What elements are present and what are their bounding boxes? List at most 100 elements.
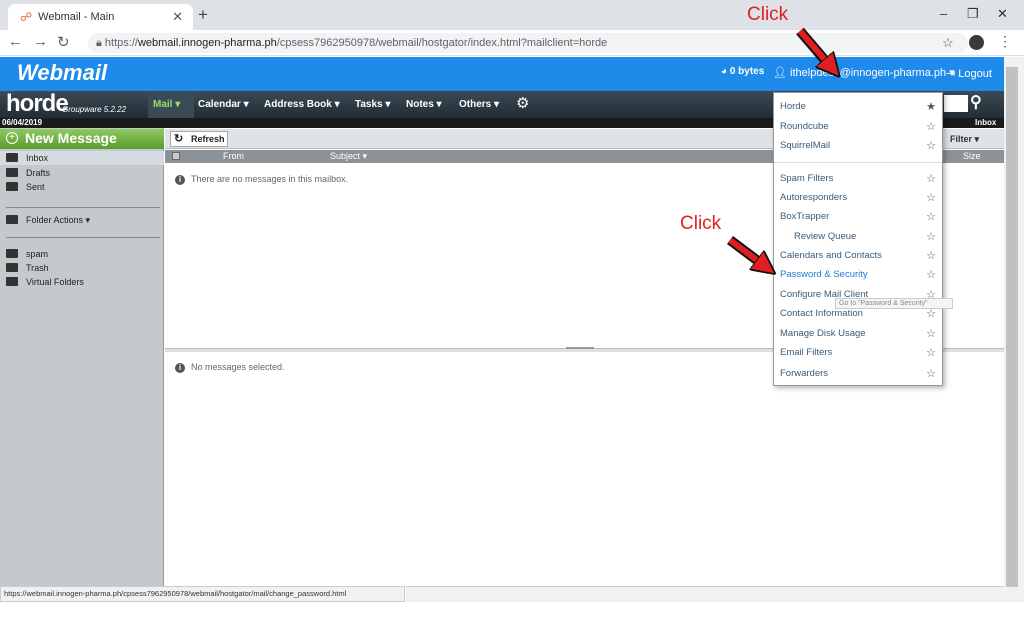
sidebar-divider	[6, 237, 160, 238]
folder-actions-label: Folder Actions ▾	[26, 215, 91, 225]
logout-button[interactable]: ⇥ Logout	[946, 67, 992, 80]
url-field[interactable]: 🔒︎ https://webmail.innogen-pharma.ph/cps…	[88, 33, 968, 53]
column-subject[interactable]: Subject ▾	[330, 151, 367, 162]
back-arrow-icon[interactable]: ←	[8, 33, 23, 50]
virtual-folder-icon	[6, 277, 18, 286]
refresh-button[interactable]: ↻ Refresh	[170, 131, 228, 147]
search-input[interactable]	[944, 95, 968, 112]
horde-version: Groupware 5.2.22	[62, 105, 127, 114]
folder-sent[interactable]: Sent	[0, 180, 164, 194]
menu-item-label: SquirrelMail	[780, 140, 831, 151]
profile-avatar[interactable]	[969, 35, 984, 50]
horde-logo[interactable]: horde	[6, 90, 69, 118]
menu-item-roundcube[interactable]: Roundcube ☆	[780, 119, 940, 135]
star-outline-icon[interactable]: ☆	[926, 366, 936, 382]
folder-drafts[interactable]: Drafts	[0, 166, 164, 180]
splitter-grip[interactable]	[566, 347, 594, 349]
star-outline-icon[interactable]: ☆	[926, 138, 936, 154]
folder-icon	[6, 215, 18, 224]
maximize-icon[interactable]: ❐	[967, 6, 979, 22]
folder-actions[interactable]: Folder Actions ▾	[0, 213, 164, 227]
url-scheme: https://	[104, 37, 138, 49]
star-outline-icon[interactable]: ☆	[926, 326, 936, 342]
new-message-button[interactable]: + New Message	[0, 129, 164, 149]
refresh-icon: ↻	[174, 133, 184, 145]
reload-icon[interactable]: ↻	[57, 33, 70, 51]
scrollbar-thumb[interactable]	[1006, 67, 1018, 587]
search-icon[interactable]: ⚲	[970, 92, 982, 112]
star-outline-icon[interactable]: ☆	[926, 267, 936, 283]
browser-tab[interactable]: ☍ Webmail - Main ✕	[8, 4, 193, 30]
star-outline-icon[interactable]: ☆	[926, 190, 936, 206]
menu-item-squirrelmail[interactable]: SquirrelMail ☆	[780, 138, 940, 154]
menu-tasks[interactable]: Tasks ▾	[355, 99, 390, 110]
menu-item-review-queue[interactable]: Review Queue ☆	[780, 229, 940, 245]
minimize-icon[interactable]: –	[940, 6, 947, 21]
gear-icon[interactable]: ⚙	[516, 94, 529, 112]
current-date: 06/04/2019	[2, 118, 43, 127]
folder-virtual[interactable]: Virtual Folders	[0, 275, 164, 289]
filter-button[interactable]: Filter ▾	[950, 134, 979, 145]
forward-arrow-icon[interactable]: →	[33, 33, 48, 50]
star-outline-icon[interactable]: ☆	[926, 209, 936, 225]
current-folder-label: Inbox	[975, 118, 997, 127]
star-filled-icon[interactable]: ★	[926, 99, 936, 115]
new-tab-button[interactable]: +	[198, 5, 208, 25]
star-outline-icon[interactable]: ☆	[926, 119, 936, 135]
folder-label: Inbox	[26, 153, 49, 163]
menu-item-email-filters[interactable]: Email Filters ☆	[780, 345, 940, 361]
menu-notes[interactable]: Notes ▾	[406, 99, 442, 110]
star-outline-icon[interactable]: ☆	[926, 229, 936, 245]
folder-icon	[6, 263, 18, 272]
user-icon: 👤︎	[773, 67, 791, 79]
webmail-logo[interactable]: Webmail	[17, 60, 107, 86]
bookmark-star-icon[interactable]: ☆	[942, 35, 954, 51]
folder-label: Virtual Folders	[26, 277, 84, 287]
info-icon: i	[175, 363, 185, 373]
user-menu[interactable]: 👤︎ ithelpdesk@innogen-pharma.ph ▾	[773, 66, 955, 79]
browser-menu-icon[interactable]: ⋮	[998, 33, 1012, 50]
menu-mail[interactable]: Mail ▾	[148, 92, 194, 118]
close-tab-icon[interactable]: ✕	[172, 9, 183, 25]
folder-inbox[interactable]: Inbox	[0, 151, 164, 165]
select-all-checkbox[interactable]	[172, 152, 180, 160]
plus-icon: +	[6, 132, 18, 144]
menu-others[interactable]: Others ▾	[459, 99, 499, 110]
star-outline-icon[interactable]: ☆	[926, 171, 936, 187]
folder-icon	[6, 249, 18, 258]
menu-item-label: Contact Information	[780, 308, 863, 319]
page-bottom	[0, 602, 1024, 617]
menu-item-boxtrapper[interactable]: BoxTrapper ☆	[780, 209, 940, 225]
menu-item-label: Forwarders	[780, 368, 829, 379]
tab-title: Webmail - Main	[38, 11, 115, 23]
click-annotation-top: Click	[747, 4, 789, 25]
menu-item-password-security[interactable]: Password & Security ☆	[780, 267, 940, 283]
inbox-icon	[6, 153, 18, 162]
menu-item-calendars-contacts[interactable]: Calendars and Contacts ☆	[780, 248, 940, 264]
disk-usage-value: 0 bytes	[729, 66, 765, 77]
click-annotation-middle: Click	[680, 213, 722, 234]
folder-label: Sent	[26, 182, 45, 192]
horizontal-scrollbar[interactable]	[406, 586, 1004, 602]
menu-address-book[interactable]: Address Book ▾	[264, 99, 340, 110]
star-outline-icon[interactable]: ☆	[926, 345, 936, 361]
column-size[interactable]: Size	[963, 151, 981, 161]
menu-item-autoresponders[interactable]: Autoresponders ☆	[780, 190, 940, 206]
menu-calendar[interactable]: Calendar ▾	[198, 99, 249, 110]
menu-item-spam-filters[interactable]: Spam Filters ☆	[780, 171, 940, 187]
cpanel-favicon-icon: ☍	[20, 10, 33, 24]
menu-item-label: BoxTrapper	[780, 211, 830, 222]
empty-mailbox-notice: i There are no messages in this mailbox.	[175, 174, 348, 185]
star-outline-icon[interactable]: ☆	[926, 248, 936, 264]
menu-item-forwarders[interactable]: Forwarders ☆	[780, 366, 940, 382]
preview-text: No messages selected.	[191, 362, 285, 372]
column-from[interactable]: From	[223, 151, 244, 161]
disk-usage: ◕ 0 bytes	[721, 66, 764, 77]
menu-item-manage-disk-usage[interactable]: Manage Disk Usage ☆	[780, 326, 940, 342]
folder-spam[interactable]: spam	[0, 247, 164, 261]
status-bar-url: https://webmail.innogen-pharma.ph/cpsess…	[0, 586, 405, 602]
arrow-outline-middle	[727, 236, 773, 274]
close-window-icon[interactable]: ✕	[997, 6, 1008, 22]
menu-item-horde[interactable]: Horde ★	[780, 99, 940, 115]
folder-trash[interactable]: Trash	[0, 261, 164, 275]
